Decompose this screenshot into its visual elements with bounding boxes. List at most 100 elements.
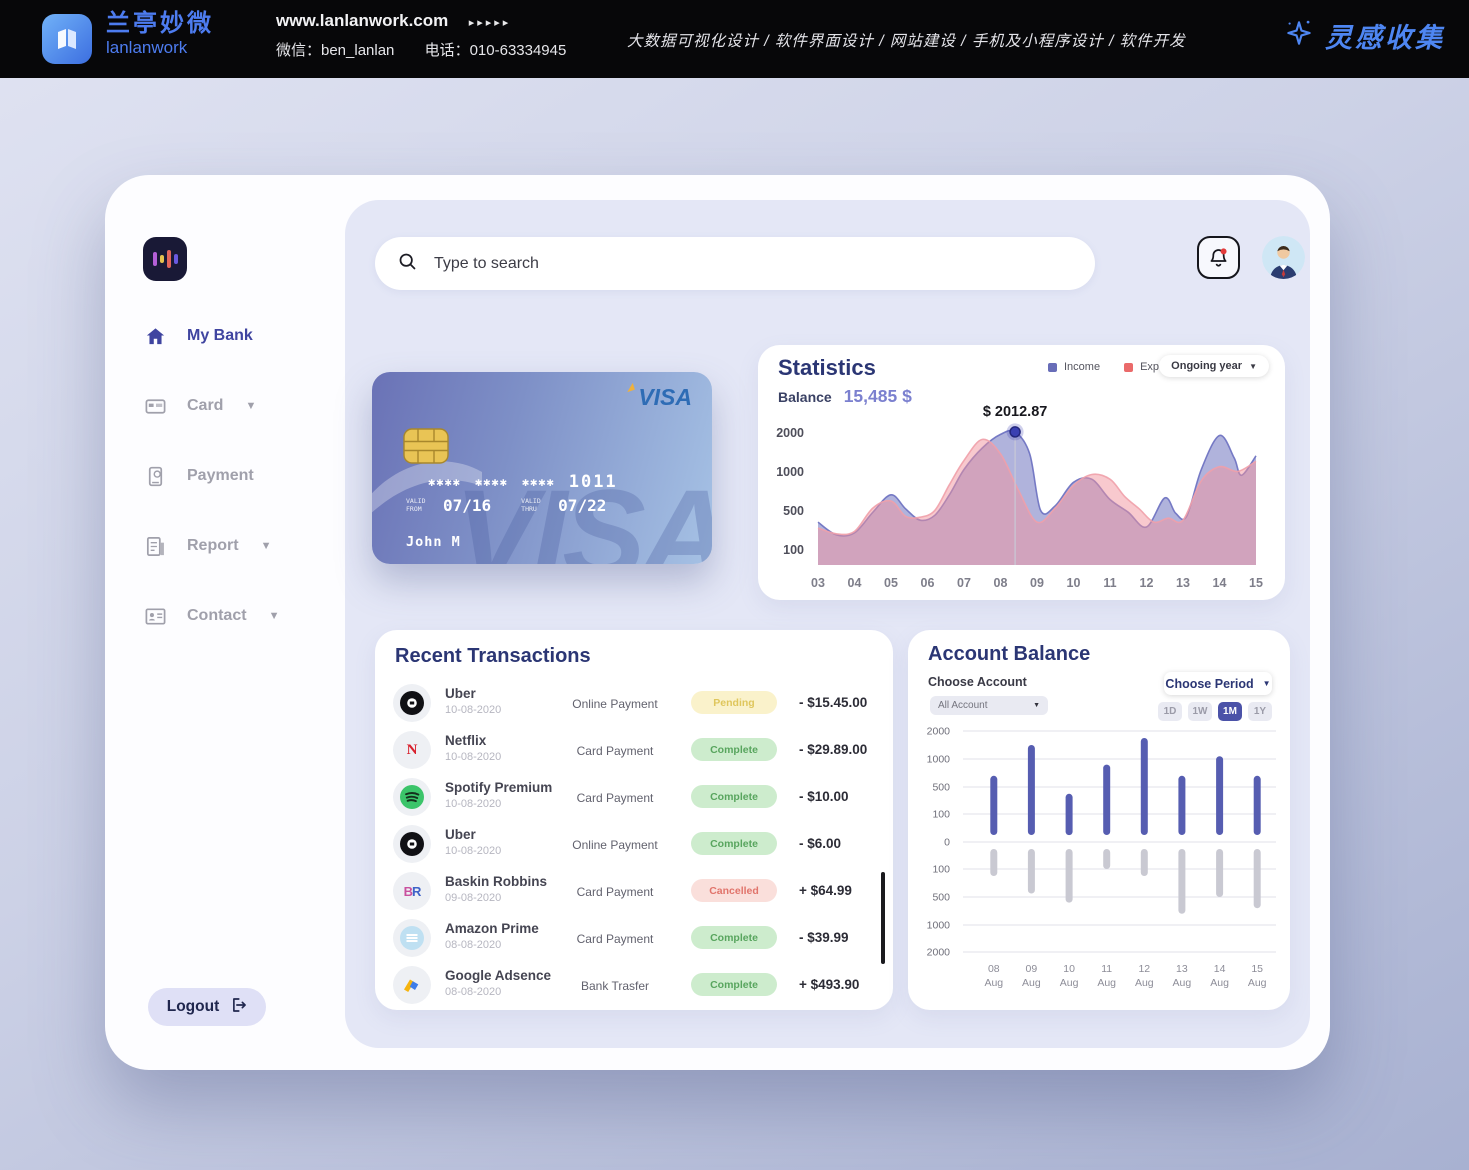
contact-icon bbox=[143, 604, 167, 628]
logo-bar bbox=[174, 254, 178, 264]
scrollbar[interactable] bbox=[881, 872, 885, 964]
svg-text:04: 04 bbox=[848, 576, 862, 590]
svg-text:500: 500 bbox=[932, 892, 950, 904]
legend-swatch bbox=[1124, 363, 1133, 372]
transaction-row[interactable]: NNetflix10-08-2020Card PaymentComplete- … bbox=[375, 727, 893, 774]
card-holder-name: John M bbox=[406, 534, 461, 550]
period-button-1d[interactable]: 1D bbox=[1158, 702, 1182, 721]
svg-text:Aug: Aug bbox=[1097, 977, 1116, 989]
brand-name-cn: 兰亭妙微 bbox=[106, 11, 214, 37]
svg-text:500: 500 bbox=[932, 782, 950, 794]
website-link[interactable]: www.lanlanwork.com bbox=[276, 11, 448, 30]
adsense-icon bbox=[393, 966, 431, 1004]
status-badge: Complete bbox=[691, 785, 777, 808]
transaction-amount: - $10.00 bbox=[799, 789, 849, 804]
svg-text:2000: 2000 bbox=[927, 947, 951, 959]
sidebar-item-payment[interactable]: Payment bbox=[143, 455, 279, 497]
search-input[interactable] bbox=[432, 254, 1073, 274]
legend-swatch bbox=[1048, 363, 1057, 372]
search-icon bbox=[397, 251, 418, 277]
svg-text:13: 13 bbox=[1176, 576, 1190, 590]
svg-text:15: 15 bbox=[1249, 576, 1263, 590]
transaction-row[interactable]: Uber10-08-2020Online PaymentPending- $15… bbox=[375, 680, 893, 727]
sidebar-item-label: Payment bbox=[187, 467, 254, 485]
visa-logo-flick bbox=[625, 383, 635, 392]
notifications-button[interactable] bbox=[1197, 236, 1240, 279]
transaction-method: Card Payment bbox=[543, 791, 687, 805]
statistics-panel: Statistics Balance 15,485 $ IncomeExpens… bbox=[758, 345, 1285, 600]
contact-block: www.lanlanwork.com ▸▸▸▸▸ 微信：ben_lanlan 电… bbox=[276, 11, 566, 60]
svg-text:10: 10 bbox=[1067, 576, 1081, 590]
status-badge: Complete bbox=[691, 832, 777, 855]
svg-text:12: 12 bbox=[1140, 576, 1154, 590]
sidebar-item-label: Report bbox=[187, 537, 239, 555]
sidebar-nav: My Bank Card▼ Payment Report▼ Contact▼ bbox=[143, 315, 279, 665]
statistics-area-chart[interactable]: 2000100050010003040506070809101112131415… bbox=[758, 400, 1285, 600]
logo-bar bbox=[160, 255, 164, 263]
svg-text:08: 08 bbox=[994, 576, 1008, 590]
transaction-method: Card Payment bbox=[543, 744, 687, 758]
transaction-row[interactable]: BRBaskin Robbins09-08-2020Card PaymentCa… bbox=[375, 868, 893, 915]
svg-text:0: 0 bbox=[944, 837, 950, 849]
sidebar-item-label: Contact bbox=[187, 607, 247, 625]
visa-logo: VISA bbox=[638, 384, 692, 411]
logout-icon bbox=[229, 996, 247, 1019]
arrows-decor: ▸▸▸▸▸ bbox=[469, 17, 512, 29]
logout-button[interactable]: Logout bbox=[148, 988, 266, 1026]
svg-text:14: 14 bbox=[1214, 963, 1226, 975]
sidebar-item-card[interactable]: Card▼ bbox=[143, 385, 279, 427]
transaction-method: Card Payment bbox=[543, 932, 687, 946]
ongoing-year-dropdown[interactable]: Ongoing year ▼ bbox=[1159, 355, 1269, 377]
brand-name-en: lanlanwork bbox=[106, 39, 214, 58]
account-select[interactable]: All Account ▼ bbox=[930, 696, 1048, 715]
svg-text:05: 05 bbox=[884, 576, 898, 590]
svg-text:Aug: Aug bbox=[1060, 977, 1079, 989]
transaction-amount: - $29.89.00 bbox=[799, 742, 867, 757]
transaction-row[interactable]: Amazon Prime08-08-2020Card PaymentComple… bbox=[375, 915, 893, 962]
period-button-1y[interactable]: 1Y bbox=[1248, 702, 1272, 721]
svg-text:12: 12 bbox=[1138, 963, 1150, 975]
svg-text:Aug: Aug bbox=[1022, 977, 1041, 989]
bank-card[interactable]: VISA VISA ✱✱✱✱ ✱✱✱✱ ✱✱✱✱ 1011 VALID FROM… bbox=[372, 372, 712, 564]
sidebar-item-my-bank[interactable]: My Bank bbox=[143, 315, 279, 357]
period-button-1w[interactable]: 1W bbox=[1188, 702, 1212, 721]
payment-icon bbox=[143, 464, 167, 488]
recent-transactions-panel: Recent Transactions Uber10-08-2020Online… bbox=[375, 630, 893, 1010]
chevron-down-icon: ▼ bbox=[1249, 362, 1257, 371]
transaction-row[interactable]: Spotify Premium10-08-2020Card PaymentCom… bbox=[375, 774, 893, 821]
svg-text:2000: 2000 bbox=[776, 426, 804, 440]
svg-text:08: 08 bbox=[988, 963, 1000, 975]
top-banner: 兰亭妙微 lanlanwork www.lanlanwork.com ▸▸▸▸▸… bbox=[0, 0, 1469, 78]
account-balance-bar-chart[interactable]: 2000100050010001005001000200008Aug09Aug1… bbox=[908, 725, 1290, 1010]
svg-text:100: 100 bbox=[932, 864, 950, 876]
wechat-id: 微信：ben_lanlan bbox=[276, 42, 394, 59]
sidebar-item-label: My Bank bbox=[187, 327, 253, 345]
transaction-row[interactable]: Uber10-08-2020Online PaymentComplete- $6… bbox=[375, 821, 893, 868]
sidebar-item-contact[interactable]: Contact▼ bbox=[143, 595, 279, 637]
svg-text:11: 11 bbox=[1101, 963, 1112, 975]
report-icon bbox=[143, 534, 167, 558]
avatar-person-icon bbox=[1262, 236, 1305, 279]
logo-bar bbox=[153, 252, 157, 266]
dashboard-window: My BankCard▼PaymentReport▼Contact▼ Logou… bbox=[105, 175, 1330, 1070]
sidebar-item-report[interactable]: Report▼ bbox=[143, 525, 279, 567]
choose-period-dropdown[interactable]: Choose Period ▼ bbox=[1164, 672, 1272, 695]
svg-text:500: 500 bbox=[783, 504, 804, 518]
svg-text:Aug: Aug bbox=[1173, 977, 1192, 989]
svg-text:07: 07 bbox=[957, 576, 971, 590]
transaction-row[interactable]: Google Adsence08-08-2020Bank TrasferComp… bbox=[375, 962, 893, 1009]
user-avatar[interactable] bbox=[1262, 236, 1305, 279]
transactions-title: Recent Transactions bbox=[395, 645, 591, 668]
amazon-icon bbox=[393, 919, 431, 957]
account-balance-title: Account Balance bbox=[928, 643, 1090, 666]
search-bar[interactable] bbox=[375, 237, 1095, 290]
period-button-1m[interactable]: 1M bbox=[1218, 702, 1242, 721]
logo-bar bbox=[167, 250, 171, 268]
company-logo bbox=[42, 14, 92, 64]
transaction-amount: - $6.00 bbox=[799, 836, 841, 851]
valid-from: VALID FROM 07/16 bbox=[406, 496, 491, 515]
svg-text:100: 100 bbox=[932, 809, 950, 821]
account-balance-panel: Account Balance Choose Account All Accou… bbox=[908, 630, 1290, 1010]
transaction-method: Online Payment bbox=[543, 838, 687, 852]
app-logo[interactable] bbox=[143, 237, 187, 281]
